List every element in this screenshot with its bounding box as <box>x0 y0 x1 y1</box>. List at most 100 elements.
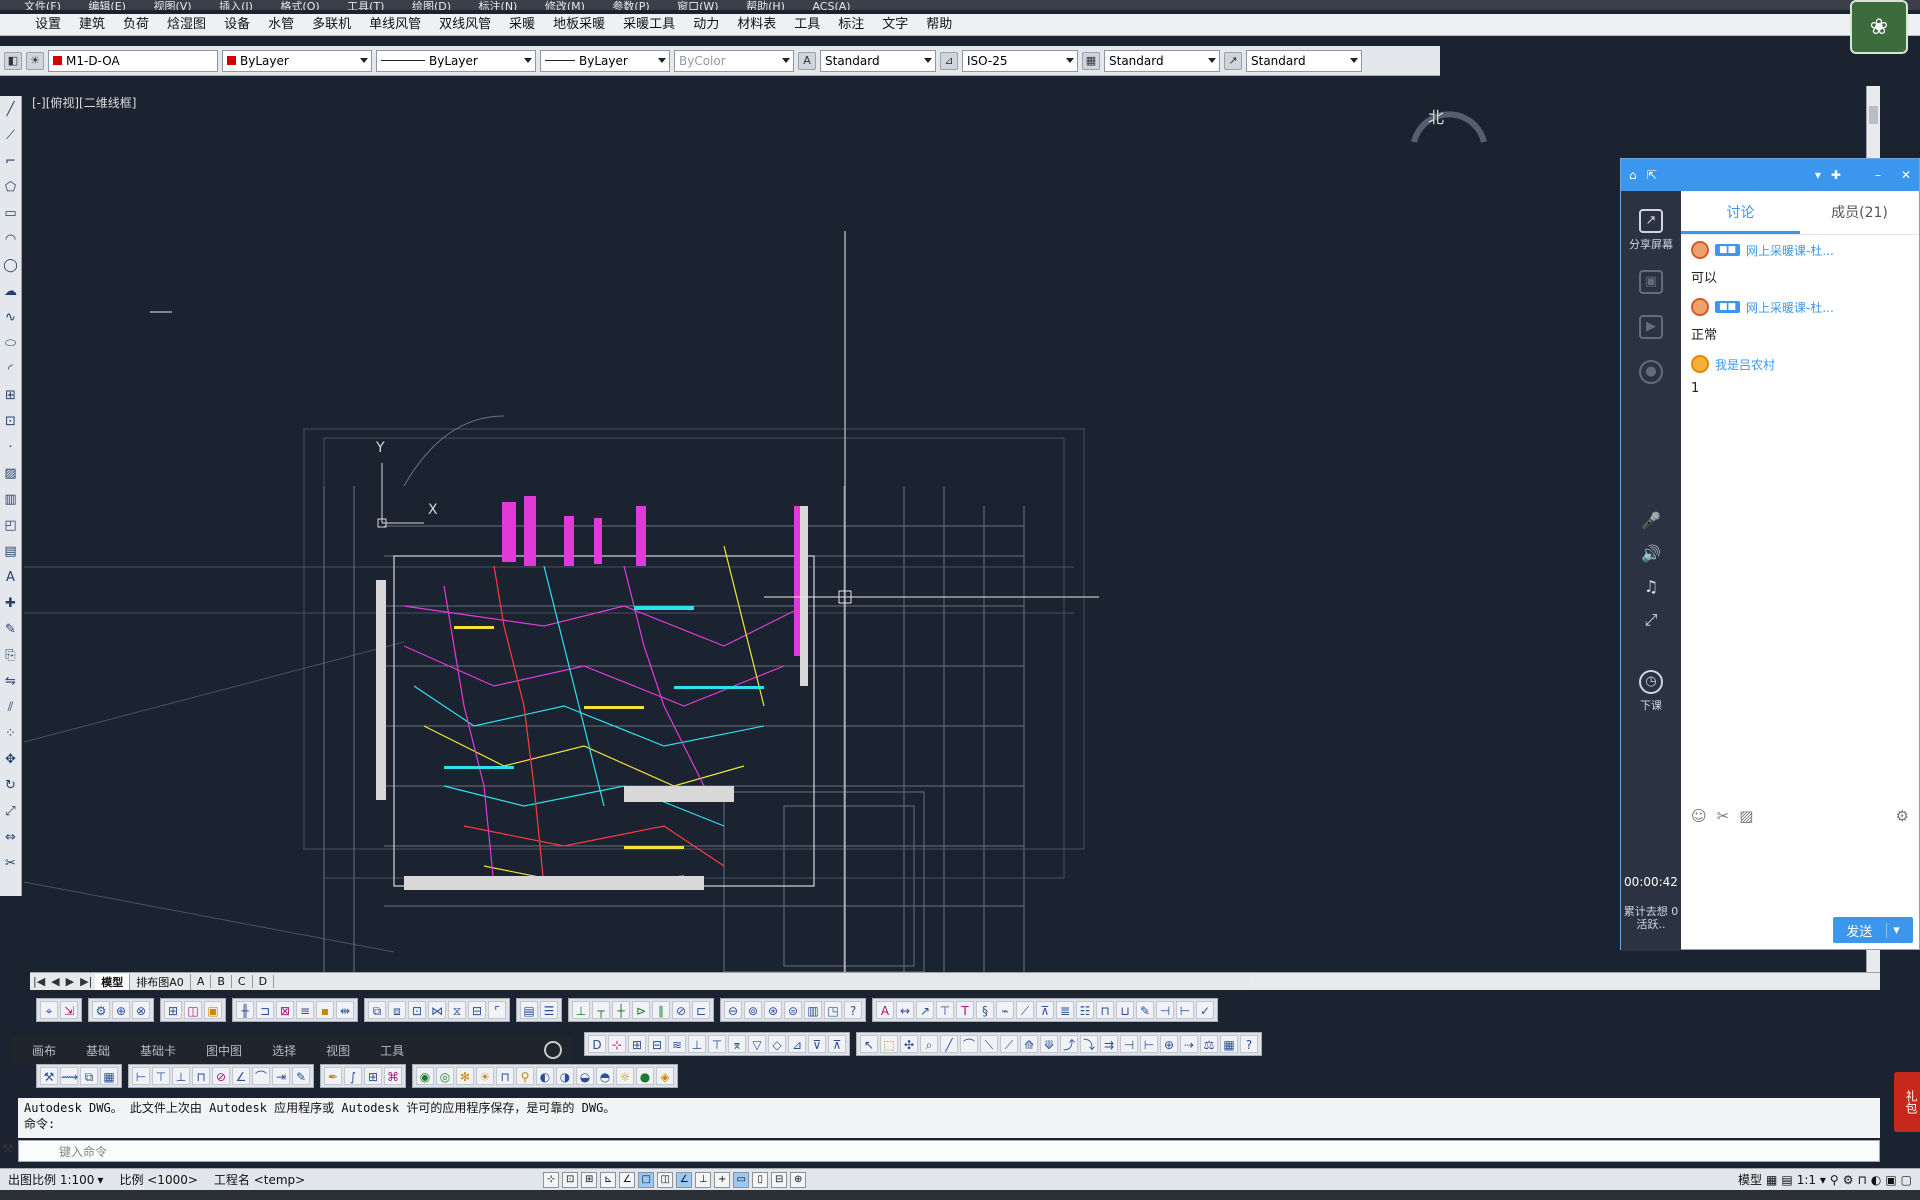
heater-icon[interactable]: ≋ <box>668 1035 686 1053</box>
plugin-tools[interactable]: 工具 <box>380 1042 404 1059</box>
area-icon[interactable]: ▣ <box>204 1001 222 1019</box>
dim-style-icon[interactable]: ⊿ <box>940 51 958 70</box>
scroll-thumb[interactable] <box>1869 106 1878 124</box>
menu-building[interactable]: 建筑 <box>70 14 114 36</box>
chiller-icon[interactable]: ⊤ <box>708 1035 726 1053</box>
tab-layout-a[interactable]: A <box>191 975 212 988</box>
dim-icon[interactable]: ↔ <box>896 1001 914 1019</box>
rotate-icon[interactable]: ↻ <box>3 776 19 796</box>
menu-help[interactable]: 帮助(H) <box>746 1 785 10</box>
damper-icon[interactable]: ⧖ <box>448 1001 466 1019</box>
table-style-icon[interactable]: ▦ <box>1082 51 1100 70</box>
menu-vrf[interactable]: 多联机 <box>303 14 360 36</box>
trap-icon[interactable]: ⊿ <box>788 1035 806 1053</box>
tpy-icon[interactable]: ▯ <box>752 1171 769 1188</box>
power-icon[interactable] <box>544 1041 562 1059</box>
menu-psychrometric[interactable]: 焓湿图 <box>158 14 215 36</box>
dim-edit-icon[interactable]: ✎ <box>292 1067 310 1085</box>
end-class-button[interactable]: ◷ 下课 <box>1639 670 1663 713</box>
horizontal-scrollbar[interactable] <box>1250 974 1880 988</box>
tab-prev-icon[interactable]: ◀ <box>48 975 62 988</box>
sender-name[interactable]: 网上采暖课-杜... <box>1746 299 1834 316</box>
menu-insert[interactable]: 插入(I) <box>219 1 253 10</box>
circle-icon[interactable]: ◯ <box>3 256 19 276</box>
join-icon[interactable]: ⊢ <box>1176 1001 1194 1019</box>
menu-heating-tools[interactable]: 采暖工具 <box>614 14 684 36</box>
status-icon[interactable]: ● <box>636 1067 654 1085</box>
filter-icon[interactable]: ▽ <box>748 1035 766 1053</box>
sensor-icon[interactable]: ⊼ <box>828 1035 846 1053</box>
mic-icon[interactable]: 🎤 <box>1641 511 1661 530</box>
insert-block-icon[interactable]: ⊞ <box>3 386 19 406</box>
auto-route-icon[interactable]: ⟋ <box>1000 1035 1018 1053</box>
gradient-icon[interactable]: ▥ <box>3 490 19 510</box>
sc-icon[interactable]: ⊕ <box>790 1171 807 1188</box>
label-icon[interactable]: A <box>876 1001 894 1019</box>
dim-linear-icon[interactable]: ⊢ <box>132 1067 150 1085</box>
menu-acs[interactable]: ACS(A) <box>812 1 850 10</box>
sender-name[interactable]: 网上采暖课-杜... <box>1746 242 1834 259</box>
menu-window[interactable]: 窗口(W) <box>677 1 718 10</box>
report-icon[interactable]: ▥ <box>804 1001 822 1019</box>
layer-freeze-icon[interactable]: ✻ <box>456 1067 474 1085</box>
menu-materials[interactable]: 材料表 <box>728 14 785 36</box>
menu-draw[interactable]: 绘图(D) <box>412 1 451 10</box>
door-icon[interactable]: ⊐ <box>256 1001 274 1019</box>
camera-button[interactable]: ▣ <box>1639 270 1663 297</box>
connect-icon[interactable]: ⟍ <box>980 1035 998 1053</box>
branch-icon[interactable]: ⊥ <box>572 1001 590 1019</box>
dim-arc-icon[interactable]: ⌒ <box>252 1067 270 1085</box>
zoom-icon[interactable]: ⌕ <box>920 1035 938 1053</box>
dim-baseline-icon[interactable]: ⊥ <box>172 1067 190 1085</box>
menu-annotate[interactable]: 标注 <box>829 14 873 36</box>
edit-text-icon[interactable]: ✎ <box>1136 1001 1154 1019</box>
drop-icon[interactable]: ⤵ <box>1080 1035 1098 1053</box>
lineweight-dropdown[interactable]: ByLayer <box>540 49 670 72</box>
home-icon[interactable]: ⌂ <box>1629 168 1637 182</box>
slope-icon[interactable]: ⟋ <box>1016 1001 1034 1019</box>
gift-banner[interactable]: 礼包 <box>1894 1072 1920 1132</box>
make-block-icon[interactable]: ⊡ <box>3 412 19 432</box>
layer-properties-icon[interactable]: ◧ <box>4 51 22 70</box>
text-icon[interactable]: T <box>956 1001 974 1019</box>
joint-icon[interactable]: ⊘ <box>672 1001 690 1019</box>
dim-ordinate-icon[interactable]: ⇥ <box>272 1067 290 1085</box>
section-icon[interactable]: ⊖ <box>724 1001 742 1019</box>
balance-icon[interactable]: ⚖ <box>1200 1035 1218 1053</box>
array-icon[interactable]: ⁘ <box>3 724 19 744</box>
flow-icon[interactable]: ⇢ <box>1180 1035 1198 1053</box>
reducer-icon[interactable]: ⊳ <box>632 1001 650 1019</box>
snap-icon[interactable]: ⌖ <box>40 1001 58 1019</box>
duct-tool-icon[interactable]: ⊗ <box>132 1001 150 1019</box>
stair-icon[interactable]: ≡ <box>296 1001 314 1019</box>
music-icon[interactable]: ♫ <box>1644 577 1658 596</box>
menu-power[interactable]: 动力 <box>684 14 728 36</box>
clean-screen-icon[interactable]: ▢ <box>1901 1173 1912 1187</box>
column-icon[interactable]: ▪ <box>316 1001 334 1019</box>
drawing-quick-view-icon[interactable]: ▤ <box>1781 1173 1792 1187</box>
polyline-icon[interactable]: ⌐ <box>3 152 19 172</box>
room-icon[interactable]: ◫ <box>184 1001 202 1019</box>
info-icon[interactable]: ? <box>1240 1035 1258 1053</box>
dim-radius-icon[interactable]: ⊘ <box>212 1067 230 1085</box>
diffuser-icon[interactable]: ⊡ <box>408 1001 426 1019</box>
grid-mode-icon[interactable]: ⊞ <box>581 1171 598 1188</box>
rise-icon[interactable]: ⤴ <box>1060 1035 1078 1053</box>
unlock-icon[interactable]: ⊔ <box>1116 1001 1134 1019</box>
menu-water-pipe[interactable]: 水管 <box>259 14 303 36</box>
tab-layout-d[interactable]: D <box>253 975 275 988</box>
tab-first-icon[interactable]: |◀ <box>30 975 48 988</box>
strainer-icon[interactable]: ◇ <box>768 1035 786 1053</box>
ortho-icon[interactable]: ⊾ <box>600 1171 617 1188</box>
plot-scale[interactable]: 出图比例 1:100 ▾ <box>0 1171 111 1188</box>
hatch-icon[interactable]: ▨ <box>3 464 19 484</box>
meter-icon[interactable]: ⊜ <box>784 1001 802 1019</box>
pipe-break-icon[interactable]: ⊣ <box>1120 1035 1138 1053</box>
offset-pipe-icon[interactable]: ⇉ <box>1100 1035 1118 1053</box>
fan-coil-icon[interactable]: ⧉ <box>368 1001 386 1019</box>
region-icon[interactable]: ◰ <box>3 516 19 536</box>
pen-icon[interactable]: ✒ <box>324 1067 342 1085</box>
pick-icon[interactable]: ⇲ <box>60 1001 78 1019</box>
measure-icon[interactable]: ⊞ <box>364 1067 382 1085</box>
plugin-basic-card[interactable]: 基础卡 <box>140 1042 176 1059</box>
